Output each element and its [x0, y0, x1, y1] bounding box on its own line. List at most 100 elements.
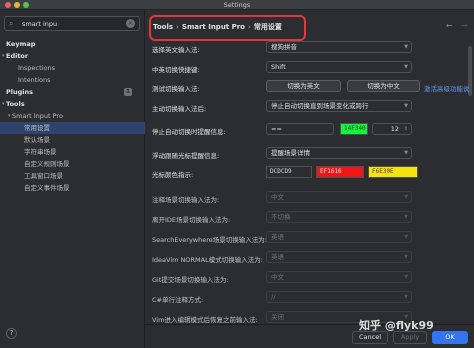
sidebar-item-label: 工具窗口场景: [24, 172, 63, 180]
ideavim-select[interactable]: 英语 ▼: [266, 251, 412, 263]
cursor-color-swatch-1[interactable]: DCDCD9: [266, 166, 312, 178]
stop-auto-size-spinner[interactable]: 12 ⇕: [372, 123, 412, 135]
ok-button[interactable]: OK: [432, 331, 468, 344]
settings-sidebar: ⌕ smart inpu × Keymap ▾ Editor Inspections I…: [0, 10, 145, 348]
update-badge: 1: [124, 88, 132, 96]
window-title-bar: Settings: [0, 0, 474, 10]
chevron-down-icon: ▼: [404, 103, 408, 109]
follow-cursor-label: 浮动跟随光标提醒信息:: [152, 152, 220, 160]
sidebar-item[interactable]: Intentions: [0, 74, 145, 86]
sidebar-item[interactable]: 默认场景: [0, 134, 145, 146]
spinner-arrows-icon[interactable]: ⇕: [404, 124, 408, 134]
csharp-comment-select[interactable]: // ▼: [266, 291, 412, 303]
clear-search-icon[interactable]: ×: [126, 19, 135, 28]
follow-cursor-select[interactable]: 提醒场景详情 ▼: [266, 147, 412, 159]
stop-auto-color-swatch[interactable]: 14F340: [340, 123, 368, 135]
switch-to-english-button[interactable]: 切换为英文: [266, 80, 341, 92]
switch-key-select-value: Shift: [271, 63, 286, 71]
git-commit-select-value: 中文: [271, 273, 284, 281]
cursor-color-label: 光标颜色指示:: [152, 171, 194, 179]
cursor-color-swatch-2[interactable]: EF1616: [316, 166, 364, 178]
breadcrumb-smart-input-pro[interactable]: Smart Input Pro: [182, 23, 245, 31]
chevron-down-icon: ▼: [404, 234, 408, 240]
leave-ide-select[interactable]: 不切换 ▼: [266, 211, 412, 223]
zhihu-watermark: 知乎 @flyk99: [359, 319, 434, 332]
active-switch-label: 主动切换输入法后:: [152, 105, 207, 113]
sidebar-item-label: 字符串场景: [24, 148, 57, 156]
cursor-color-swatch-3[interactable]: F6E30E: [368, 166, 418, 178]
sidebar-item-label: Intentions: [18, 76, 51, 84]
sidebar-item[interactable]: 自定义规则场景: [0, 158, 145, 170]
git-commit-label: Git提交场景切换输入法为:: [152, 276, 229, 284]
sidebar-item[interactable]: ▾ Smart Input Pro: [0, 110, 145, 122]
settings-search-field[interactable]: ⌕ smart inpu ×: [4, 16, 140, 31]
english-ime-select[interactable]: 搜狗拼音 ▼: [266, 41, 412, 53]
sidebar-item-label: Editor: [6, 52, 29, 60]
sidebar-item[interactable]: ▾ Tools: [0, 98, 145, 110]
chevron-down-icon[interactable]: ▾: [8, 110, 11, 122]
switch-key-label: 中英切换快捷键:: [152, 66, 200, 74]
active-switch-select-value: 停止自动切换直到场景变化或跨行: [271, 102, 369, 110]
breadcrumb-separator-icon: ›: [247, 23, 251, 31]
sidebar-item[interactable]: Plugins 1: [0, 86, 145, 98]
chevron-down-icon[interactable]: ▾: [2, 50, 5, 62]
settings-tree: Keymap ▾ Editor Inspections Intentions Plugin…: [0, 38, 145, 194]
settings-content: 选择英文输入法: 搜狗拼音 ▼ 中英切换快捷键: Shift ▼ 测试切换输入法: …: [145, 41, 474, 348]
help-icon[interactable]: ?: [6, 328, 17, 339]
vim-exit-select-value: 关闭: [271, 313, 284, 321]
english-ime-label: 选择英文输入法:: [152, 46, 200, 54]
stop-auto-size-value: 12: [390, 125, 399, 133]
sidebar-item-label: 常用设置: [24, 124, 50, 132]
search-input-value[interactable]: smart inpu: [22, 20, 57, 28]
sidebar-item-label: Inspections: [18, 64, 55, 72]
vim-exit-label: Vim进入编辑模式后恢复之前输入法:: [152, 316, 258, 324]
chevron-down-icon: ▼: [404, 214, 408, 220]
english-ime-select-value: 搜狗拼音: [271, 43, 297, 51]
sidebar-item[interactable]: Inspections: [0, 62, 145, 74]
ideavim-select-value: 英语: [271, 253, 284, 261]
settings-main-panel: Tools › Smart Input Pro › 常用设置 ← → 选择英文输入法: …: [145, 10, 474, 348]
sidebar-item[interactable]: 常用设置: [0, 122, 145, 134]
search-everywhere-select-value: 英语: [271, 233, 284, 241]
active-switch-select[interactable]: 停止自动切换直到场景变化或跨行 ▼: [266, 100, 412, 112]
sidebar-item-label: 自定义规则场景: [24, 160, 70, 168]
stop-auto-label: 停止自动切换时提醒信息:: [152, 128, 226, 136]
stop-auto-text-input[interactable]: ==: [266, 123, 334, 135]
forward-arrow-icon[interactable]: →: [461, 21, 468, 30]
search-everywhere-label: SearchEverywhere场景切换输入法为:: [152, 236, 267, 244]
chevron-down-icon[interactable]: ▾: [2, 98, 5, 110]
csharp-comment-label: C#单行注释方式:: [152, 296, 204, 304]
chevron-down-icon: ▼: [404, 194, 408, 200]
sidebar-item[interactable]: 工具窗口场景: [0, 170, 145, 182]
breadcrumb: Tools › Smart Input Pro › 常用设置: [153, 22, 282, 32]
search-icon: ⌕: [9, 19, 14, 28]
chevron-down-icon: ▼: [404, 274, 408, 280]
sidebar-item-label: 自定义事件场景: [24, 184, 70, 192]
ideavim-label: IdeaVim NORMAL模式切换输入法为:: [152, 256, 263, 264]
search-everywhere-select[interactable]: 英语 ▼: [266, 231, 412, 243]
comment-scene-select-value: 中文: [271, 193, 284, 201]
test-switch-label: 测试切换输入法:: [152, 85, 200, 93]
follow-cursor-select-value: 提醒场景详情: [271, 149, 310, 157]
git-commit-select[interactable]: 中文 ▼: [266, 271, 412, 283]
window-title: Settings: [223, 1, 251, 9]
sidebar-item[interactable]: ▾ Editor: [0, 50, 145, 62]
sidebar-item-label: Plugins: [6, 88, 33, 96]
comment-scene-select[interactable]: 中文 ▼: [266, 191, 412, 203]
leave-ide-select-value: 不切换: [271, 213, 291, 221]
chevron-down-icon: ▼: [404, 44, 408, 50]
switch-key-select[interactable]: Shift ▼: [266, 61, 412, 73]
chevron-down-icon: ▼: [404, 150, 408, 156]
sidebar-item[interactable]: Keymap: [0, 38, 145, 50]
breadcrumb-tools[interactable]: Tools: [153, 23, 173, 31]
csharp-comment-select-value: //: [271, 293, 276, 301]
sidebar-item[interactable]: 自定义事件场景: [0, 182, 145, 194]
sidebar-item-label: Keymap: [6, 40, 36, 48]
sidebar-item[interactable]: 字符串场景: [0, 146, 145, 158]
chevron-down-icon: ▼: [404, 294, 408, 300]
activate-advanced-link[interactable]: 激活高级功能说: [424, 83, 470, 93]
leave-ide-label: 离开IDE场景切换输入法为:: [152, 216, 231, 224]
back-arrow-icon[interactable]: ←: [446, 21, 453, 30]
breadcrumb-common-settings: 常用设置: [253, 23, 282, 31]
switch-to-chinese-button[interactable]: 切换为中文: [347, 80, 420, 92]
